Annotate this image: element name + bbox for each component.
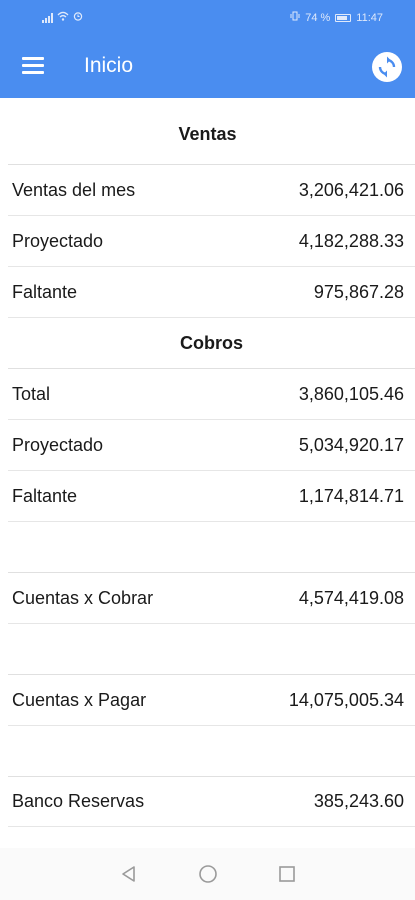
vibrate-icon [290,11,300,24]
wifi-icon [57,11,69,24]
spacer [8,623,415,674]
spacer [8,725,415,776]
battery-icon [335,13,352,22]
row-label: Ventas del mes [12,179,136,200]
row-value: 975,867.28 [313,281,404,302]
hamburger-icon[interactable] [22,57,44,75]
ventas-row-mes: Ventas del mes 3,206,421.06 [8,164,415,215]
row-value: 14,075,005.34 [288,689,404,710]
spacer [8,521,415,572]
clock: 11:47 [356,11,383,24]
row-value: 5,034,920.17 [298,434,404,455]
cobros-row-proyectado: Proyectado 5,034,920.17 [8,419,415,470]
section-title-cobros: Cobros [8,317,415,368]
row-label: Banco Reservas [12,791,145,811]
system-nav-bar [0,848,415,900]
app-bar: Inicio [0,36,415,98]
status-bar: 74 % 11:47 [0,0,415,36]
banco-row: Banco Reservas 385,243.60 [8,776,415,827]
row-label: Faltante [12,485,78,506]
row-value: 385,243.60 [313,791,404,811]
signal-icon [42,12,53,23]
ventas-row-proyectado: Proyectado 4,182,288.33 [8,215,415,266]
row-value: 3,206,421.06 [298,179,404,200]
section-title-ventas: Ventas [178,123,237,144]
row-label: Faltante [12,281,78,302]
cobros-row-total: Total 3,860,105.46 [8,368,415,419]
row-value: 3,860,105.46 [298,383,404,404]
status-right: 74 % 11:47 [290,11,383,24]
alarm-icon [73,11,83,24]
ventas-row-faltante: Faltante 975,867.28 [8,266,415,317]
battery-percent: 74 % [305,11,331,24]
row-value: 4,182,288.33 [298,230,404,251]
cuentas-cobrar-row: Cuentas x Cobrar 4,574,419.08 [8,572,415,623]
row-value: 1,174,814.71 [298,485,404,506]
dashboard-content: Ventas Ventas del mes 3,206,421.06 Proye… [0,98,415,827]
page-title: Inicio [84,54,134,77]
refresh-icon[interactable] [372,52,402,82]
row-label: Total [12,383,51,404]
cobros-row-faltante: Faltante 1,174,814.71 [8,470,415,521]
triangle-back-icon[interactable] [120,865,138,883]
row-label: Cuentas x Cobrar [12,587,154,608]
status-left [42,11,83,24]
row-value: 4,574,419.08 [298,587,404,608]
square-recents-icon[interactable] [278,865,296,883]
row-label: Cuentas x Pagar [12,689,147,710]
row-label: Proyectado [12,434,104,455]
circle-home-icon[interactable] [198,864,218,884]
cuentas-pagar-row: Cuentas x Pagar 14,075,005.34 [8,674,415,725]
row-label: Proyectado [12,230,104,251]
